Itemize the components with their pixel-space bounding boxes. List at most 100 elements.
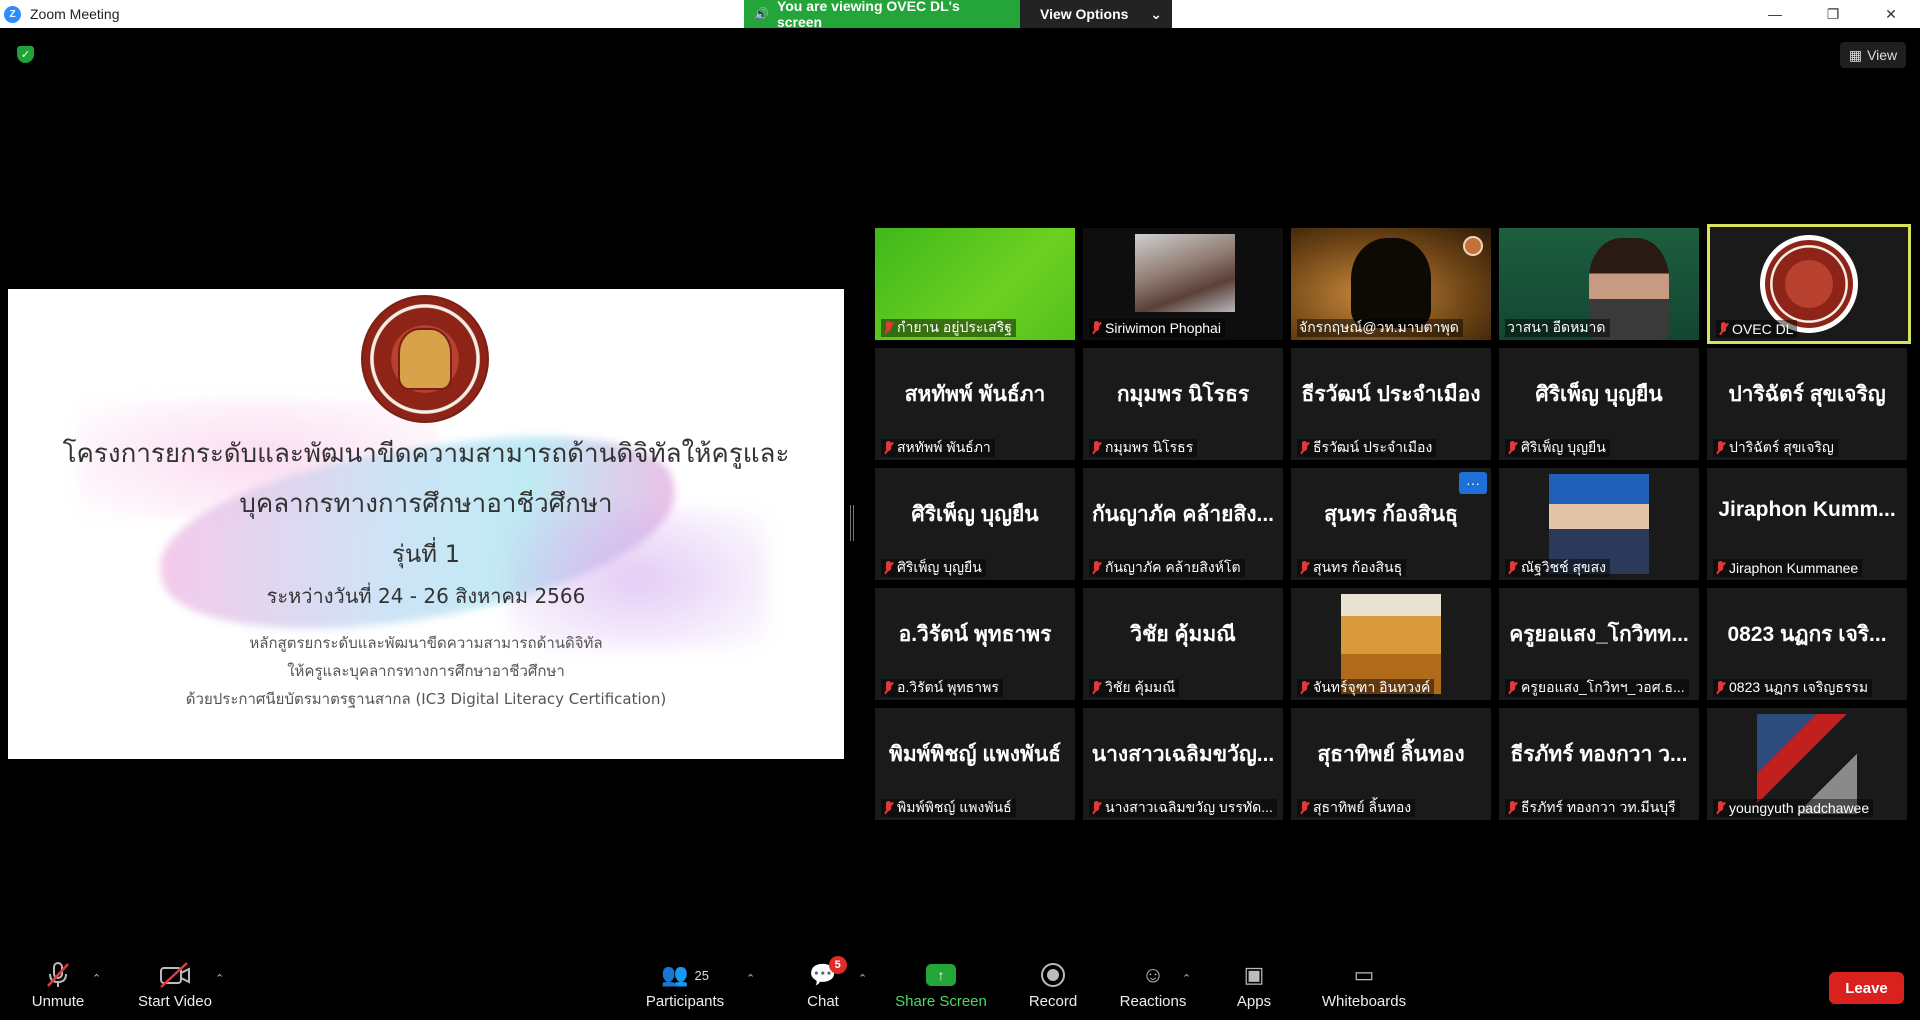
participant-name: 0823 นฏกร เจริญธรรม: [1729, 679, 1869, 695]
video-options-caret-icon[interactable]: ⌃: [215, 972, 224, 985]
slide-note-line2: ให้ครูและบุคลากรทางการศึกษาอาชีวศึกษา: [287, 662, 565, 680]
participant-tile[interactable]: ปาริฉัตร์ สุขเจริญ ปาริฉัตร์ สุขเจริญ: [1707, 348, 1907, 460]
apps-label: Apps: [1236, 993, 1272, 1010]
participant-name: จันทร์จุฑา อินทวงค์: [1313, 679, 1431, 695]
participant-display-name: สุธาทิพย์ ลิ้นทอง: [1317, 743, 1465, 766]
participant-tile[interactable]: ศิริเพ็ญ บุญยืน ศิริเพ็ญ บุญยืน: [1499, 348, 1699, 460]
leave-button[interactable]: Leave: [1829, 972, 1904, 1004]
audio-options-caret-icon[interactable]: ⌃: [92, 972, 101, 985]
mic-muted-icon: [1299, 801, 1309, 815]
security-shield-icon[interactable]: ✓: [17, 46, 34, 63]
slide-title-line2: บุคลากรทางการศึกษาอาชีวศึกษา: [239, 489, 613, 519]
video-off-icon: [160, 962, 190, 988]
split-resize-handle[interactable]: [850, 505, 854, 541]
mic-muted-icon: [883, 681, 893, 695]
participant-tile[interactable]: ณัฐวิชช์ สุขสง: [1499, 468, 1699, 580]
participants-icon: 👥: [661, 962, 689, 987]
participant-display-name: ธีรภัทร์ ทองกวา ว...: [1510, 743, 1688, 766]
participant-tile[interactable]: ครูยอแสง_โกวิทท... ครูยอแสง_โกวิทฯ_วอศ.ธ…: [1499, 588, 1699, 700]
participant-display-name: 0823 นฏกร เจริ...: [1727, 623, 1887, 646]
participant-name: สหทัพพ์ พันธ์ภา: [897, 439, 991, 455]
participant-tile[interactable]: จักรกฤษณ์@วท.มาบตาพุด: [1291, 228, 1491, 340]
record-icon: [1041, 963, 1065, 987]
participant-name: ณัฐวิชช์ สุขสง: [1521, 559, 1606, 575]
restore-icon[interactable]: ❐: [1804, 0, 1862, 28]
participant-tile[interactable]: สหทัพพ์ พันธ์ภา สหทัพพ์ พันธ์ภา: [875, 348, 1075, 460]
ovec-emblem-logo: [361, 295, 489, 423]
mic-muted-icon: [1507, 681, 1517, 695]
participant-tile[interactable]: สุธาทิพย์ ลิ้นทอง สุธาทิพย์ ลิ้นทอง: [1291, 708, 1491, 820]
reactions-caret-icon[interactable]: ⌃: [1182, 972, 1191, 985]
participant-tile[interactable]: พิมพ์พิชญ์ แพงพันธ์ พิมพ์พิชญ์ แพงพันธ์: [875, 708, 1075, 820]
mic-muted-icon: [1299, 441, 1309, 455]
view-options-button[interactable]: View Options ⌄: [1020, 0, 1172, 28]
participant-display-name: Jiraphon Kumm...: [1718, 498, 1896, 521]
chat-button[interactable]: 💬 5 Chat: [800, 956, 847, 1016]
close-icon[interactable]: ✕: [1862, 0, 1920, 28]
participant-tile[interactable]: ศิริเพ็ญ บุญยืน ศิริเพ็ญ บุญยืน: [875, 468, 1075, 580]
participant-tile[interactable]: ธีรวัฒน์ ประจำเมือง ธีรวัฒน์ ประจำเมือง: [1291, 348, 1491, 460]
participant-tile[interactable]: วาสนา อีดหมาด: [1499, 228, 1699, 340]
more-options-button[interactable]: ···: [1459, 472, 1487, 494]
whiteboards-button[interactable]: ▭ Whiteboards: [1316, 960, 1412, 1016]
participant-tile-active-speaker[interactable]: OVEC DL: [1707, 224, 1911, 344]
mic-muted-icon: [1091, 801, 1101, 815]
participant-name: ศิริเพ็ญ บุญยืน: [1521, 439, 1606, 455]
start-video-button[interactable]: Start Video: [130, 960, 220, 1016]
speaker-icon: 🔊: [754, 7, 769, 21]
share-screen-button[interactable]: ↑ Share Screen: [895, 960, 987, 1016]
slide-generation: รุ่นที่ 1: [391, 540, 460, 568]
participant-tile[interactable]: อ.วิรัตน์ พุทธาพร อ.วิรัตน์ พุทธาพร: [875, 588, 1075, 700]
mic-muted-icon: [883, 441, 893, 455]
participant-tile[interactable]: วิชัย คุ้มมณี วิชัย คุ้มมณี: [1083, 588, 1283, 700]
participant-tile[interactable]: นางสาวเฉลิมขวัญ... นางสาวเฉลิมขวัญ บรรทั…: [1083, 708, 1283, 820]
unmute-button[interactable]: Unmute: [22, 960, 94, 1016]
chat-unread-badge: 5: [828, 956, 847, 974]
participant-tile[interactable]: 0823 นฏกร เจริ... 0823 นฏกร เจริญธรรม: [1707, 588, 1907, 700]
unmute-label: Unmute: [31, 993, 85, 1010]
participant-name: จักรกฤษณ์@วท.มาบตาพุด: [1299, 319, 1459, 335]
chevron-down-icon: ⌄: [1150, 5, 1162, 22]
participant-tile[interactable]: กมุมพร นิโรธร กมุมพร นิโรธร: [1083, 348, 1283, 460]
mic-muted-icon: [1091, 321, 1101, 335]
window-title: Zoom Meeting: [30, 6, 120, 22]
mic-muted-icon: [1715, 441, 1725, 455]
participants-button[interactable]: 👥 25 Participants: [640, 960, 730, 1016]
participant-name: ครูยอแสง_โกวิทฯ_วอศ.ธ...: [1521, 679, 1685, 695]
zoom-logo-icon: Z: [4, 5, 21, 23]
mic-muted-icon: [883, 561, 893, 575]
record-button[interactable]: Record: [1026, 960, 1080, 1016]
participants-caret-icon[interactable]: ⌃: [746, 972, 755, 985]
participant-tile[interactable]: จันทร์จุฑา อินทวงค์: [1291, 588, 1491, 700]
participants-label: Participants: [645, 993, 725, 1010]
start-video-label: Start Video: [138, 993, 212, 1010]
participant-tile[interactable]: สุนทร ก้องสินธุ ··· สุนทร ก้องสินธุ: [1291, 468, 1491, 580]
window-controls: — ❐ ✕: [1746, 0, 1920, 28]
participant-tile[interactable]: กำยาน อยู่ประเสริฐ: [875, 228, 1075, 340]
participant-name: พิมพ์พิชญ์ แพงพันธ์: [897, 799, 1012, 815]
mic-muted-icon: [1299, 681, 1309, 695]
apps-button[interactable]: ▣ Apps: [1232, 960, 1276, 1016]
participant-video: [1351, 238, 1431, 328]
participant-tile[interactable]: youngyuth padchawee: [1707, 708, 1907, 820]
participant-name: วิชัย คุ้มมณี: [1105, 679, 1176, 695]
participant-display-name: ธีรวัฒน์ ประจำเมือง: [1301, 383, 1481, 406]
participant-name: กมุมพร นิโรธร: [1105, 439, 1194, 455]
viewing-text: You are viewing OVEC DL's screen: [776, 0, 960, 30]
mic-muted-icon: [1507, 801, 1517, 815]
participant-display-name: กันญาภัค คล้ายสิง...: [1091, 503, 1275, 526]
reactions-button[interactable]: ☺ Reactions: [1118, 960, 1188, 1016]
participant-tile[interactable]: Jiraphon Kumm... Jiraphon Kummanee: [1707, 468, 1907, 580]
grid-view-icon: ▦: [1848, 46, 1863, 63]
participant-name: สุธาทิพย์ ลิ้นทอง: [1313, 799, 1412, 815]
participant-display-name: อ.วิรัตน์ พุทธาพร: [898, 623, 1052, 646]
participant-tile[interactable]: ธีรภัทร์ ทองกวา ว... ธีรภัทร์ ทองกวา วท.…: [1499, 708, 1699, 820]
minimize-icon[interactable]: —: [1746, 0, 1804, 28]
participant-tile[interactable]: Siriwimon Phophai: [1083, 228, 1283, 340]
participant-name: กันญาภัค คล้ายสิงห์โต: [1105, 559, 1241, 575]
participant-name: OVEC DL: [1732, 321, 1794, 337]
participant-tile[interactable]: กันญาภัค คล้ายสิง... กันญาภัค คล้ายสิงห์…: [1083, 468, 1283, 580]
participant-display-name: ศิริเพ็ญ บุญยืน: [911, 503, 1039, 526]
chat-caret-icon[interactable]: ⌃: [858, 972, 867, 985]
view-button[interactable]: ▦ View: [1840, 42, 1906, 68]
